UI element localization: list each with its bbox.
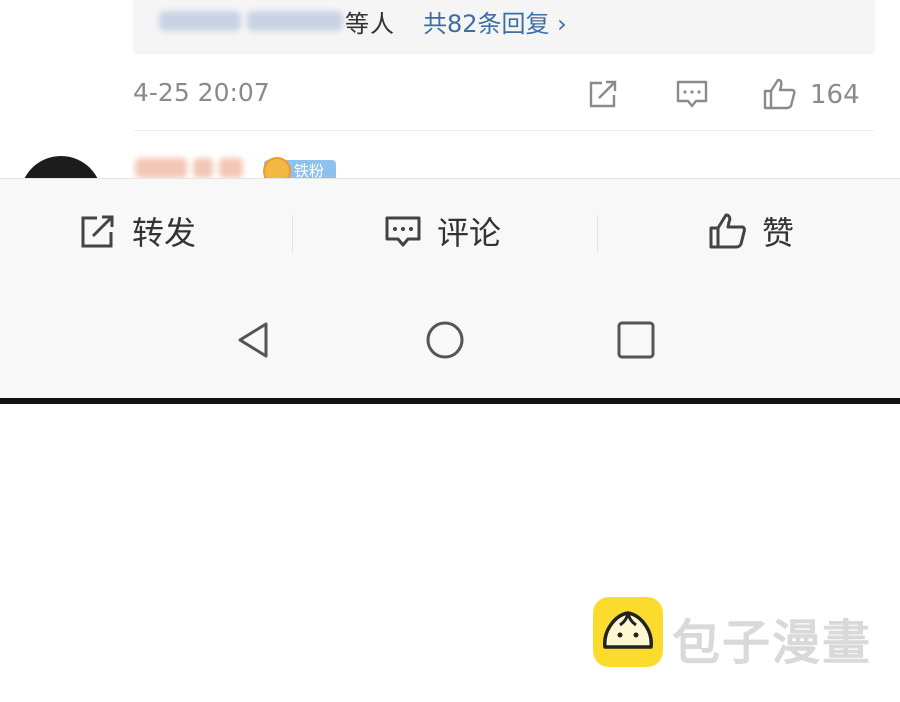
comment-timestamp: 4-25 20:07 — [133, 78, 270, 107]
recents-icon[interactable] — [614, 318, 658, 362]
share-icon — [81, 215, 114, 248]
like-button[interactable]: 赞 — [708, 209, 794, 253]
like-label: 赞 — [762, 214, 795, 252]
blurred-username[interactable] — [135, 158, 253, 180]
like-count: 164 — [810, 80, 860, 110]
post-action-bar: 转发 评论 赞 — [0, 178, 900, 292]
comment-button[interactable]: 评论 — [383, 209, 501, 253]
reply-suffix: 等人 — [345, 10, 395, 38]
watermark-logo — [593, 597, 663, 667]
view-replies-link[interactable]: 共82条回复 › — [423, 4, 567, 39]
watermark-text: 包子漫畫 — [672, 615, 873, 671]
home-icon[interactable] — [423, 318, 467, 362]
comment-icon[interactable] — [674, 76, 710, 112]
share-icon[interactable] — [585, 76, 621, 112]
separator — [597, 215, 598, 253]
like-icon — [709, 213, 746, 249]
repost-label: 转发 — [132, 214, 197, 252]
comment-icon — [385, 216, 421, 247]
like-icon[interactable] — [762, 76, 798, 112]
comment-label: 评论 — [437, 214, 502, 252]
system-nav-bar — [0, 292, 900, 400]
blurred-usernames — [159, 8, 345, 34]
sub-reply-summary[interactable]: 等人 共82条回复 › — [133, 0, 875, 54]
frame-border — [0, 398, 900, 404]
back-icon[interactable] — [232, 318, 276, 362]
bun-icon — [603, 611, 653, 649]
comment-divider — [133, 130, 875, 131]
separator — [292, 215, 293, 253]
repost-button[interactable]: 转发 — [78, 209, 196, 253]
